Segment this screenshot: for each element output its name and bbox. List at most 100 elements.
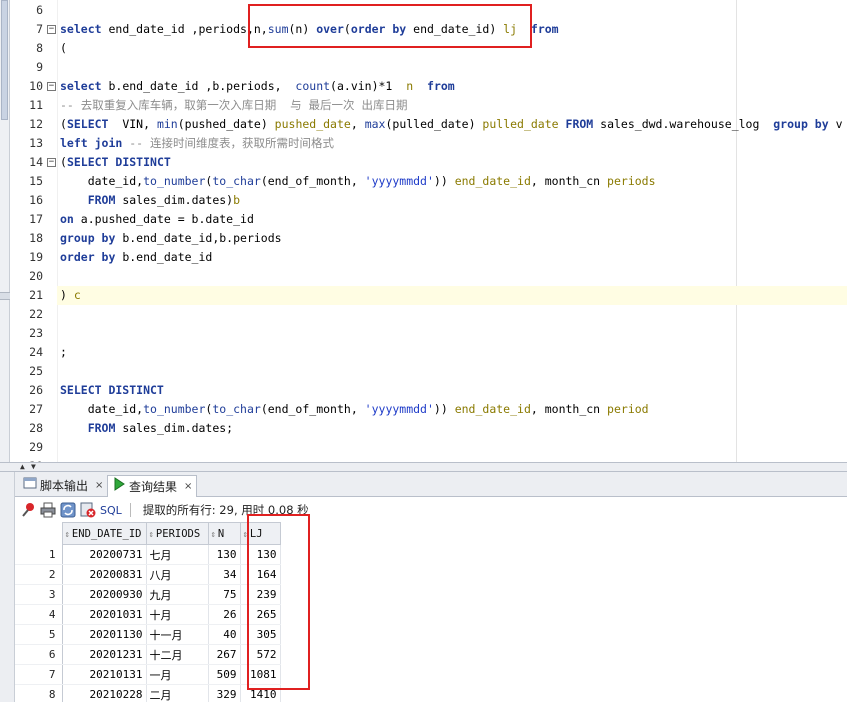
table-row[interactable]: 4 20201031 十月 26 265 bbox=[15, 604, 281, 625]
table-row[interactable]: 1 20200731 七月 130 130 bbox=[15, 544, 281, 565]
fold-toggle-icon[interactable]: − bbox=[47, 25, 56, 34]
sql-editor[interactable]: 6 7− select end_date_id ,periods,n,sum(n) … bbox=[0, 0, 847, 462]
code-text: SELECT DISTINCT bbox=[60, 383, 164, 397]
column-header-n[interactable]: ⇕ N bbox=[207, 522, 241, 545]
close-icon[interactable]: × bbox=[95, 476, 103, 496]
code-line[interactable]: 18 group by b.end_date_id,b.periods bbox=[0, 229, 847, 248]
code-line[interactable]: 22 bbox=[0, 305, 847, 324]
code-line[interactable]: 17 on a.pushed_date = b.date_id bbox=[0, 210, 847, 229]
cell-end-date-id[interactable]: 20200731 bbox=[62, 544, 147, 565]
code-line[interactable]: 12 (SELECT VIN, min(pushed_date) pushed_d… bbox=[0, 115, 847, 134]
column-header-periods[interactable]: ⇕ PERIODS bbox=[145, 522, 209, 545]
table-row[interactable]: 2 20200831 八月 34 164 bbox=[15, 564, 281, 585]
cell-periods[interactable]: 九月 bbox=[146, 584, 209, 605]
fold-toggle-icon[interactable]: − bbox=[47, 158, 56, 167]
row-number[interactable]: 5 bbox=[15, 624, 63, 645]
results-tab-bar: 脚本输出 × 查询结果 × bbox=[15, 472, 847, 497]
line-number: 24 bbox=[29, 345, 43, 359]
code-line[interactable]: 24; bbox=[0, 343, 847, 362]
row-number[interactable]: 4 bbox=[15, 604, 63, 625]
code-line[interactable]: 29 bbox=[0, 438, 847, 457]
code-line[interactable]: 10− select b.end_date_id ,b.periods, coun… bbox=[0, 77, 847, 96]
cell-periods[interactable]: 二月 bbox=[146, 684, 209, 702]
table-row[interactable]: 5 20201130 十一月 40 305 bbox=[15, 624, 281, 645]
line-number: 29 bbox=[29, 440, 43, 454]
code-line[interactable]: 14− (SELECT DISTINCT bbox=[0, 153, 847, 172]
results-table: ⇕ END_DATE_ID ⇕ PERIODS ⇕ N ⇕ LJ 1 20200731 七月… bbox=[15, 522, 281, 702]
row-number-header bbox=[15, 522, 63, 545]
collapse-up-icon[interactable]: ▲ bbox=[20, 463, 25, 471]
row-number[interactable]: 8 bbox=[15, 684, 63, 702]
row-number[interactable]: 2 bbox=[15, 564, 63, 585]
cell-end-date-id[interactable]: 20200831 bbox=[62, 564, 147, 585]
cell-n[interactable]: 509 bbox=[208, 664, 241, 685]
cell-n[interactable]: 329 bbox=[208, 684, 241, 702]
table-row[interactable]: 7 20210131 一月 509 1081 bbox=[15, 664, 281, 685]
code-line[interactable]: 19 order by b.end_date_id bbox=[0, 248, 847, 267]
cell-n[interactable]: 130 bbox=[208, 544, 241, 565]
results-left-strip bbox=[0, 472, 15, 702]
code-line[interactable]: 13 left join -- 连接时间维度表，获取所需时间格式 bbox=[0, 134, 847, 153]
cell-end-date-id[interactable]: 20201231 bbox=[62, 644, 147, 665]
code-line[interactable]: 27 date_id,to_number(to_char(end_of_mont… bbox=[0, 400, 847, 419]
table-row[interactable]: 3 20200930 九月 75 239 bbox=[15, 584, 281, 605]
refresh-icon[interactable] bbox=[60, 502, 76, 518]
code-text: (SELECT DISTINCT bbox=[60, 155, 171, 169]
close-icon[interactable]: × bbox=[184, 477, 192, 497]
code-line[interactable]: 11 -- 去取重复入库车辆，取第一次入库日期 与 最后一次 出库日期 bbox=[0, 96, 847, 115]
code-line[interactable]: 16 FROM sales_dim.dates)b bbox=[0, 191, 847, 210]
tab-query-result[interactable]: 查询结果 × bbox=[107, 475, 198, 497]
column-header-end-date-id[interactable]: ⇕ END_DATE_ID bbox=[61, 522, 147, 545]
line-number: 9 bbox=[36, 60, 43, 74]
code-line[interactable]: 21) c bbox=[0, 286, 847, 305]
cell-periods[interactable]: 一月 bbox=[146, 664, 209, 685]
print-icon[interactable] bbox=[40, 502, 56, 518]
code-line[interactable]: 23 bbox=[0, 324, 847, 343]
line-number: 6 bbox=[36, 3, 43, 17]
cancel-query-icon[interactable] bbox=[80, 502, 96, 518]
code-line[interactable]: 9 bbox=[0, 58, 847, 77]
code-line[interactable]: 20 bbox=[0, 267, 847, 286]
code-line[interactable]: 25 bbox=[0, 362, 847, 381]
tab-label: 脚本输出 bbox=[40, 479, 89, 493]
code-line[interactable]: 26 SELECT DISTINCT bbox=[0, 381, 847, 400]
cell-n[interactable]: 267 bbox=[208, 644, 241, 665]
collapse-down-icon[interactable]: ▼ bbox=[31, 463, 36, 471]
cell-end-date-id[interactable]: 20210228 bbox=[62, 684, 147, 702]
pin-icon[interactable] bbox=[20, 502, 36, 518]
code-text: order by b.end_date_id bbox=[60, 250, 213, 264]
code-line[interactable]: 28 FROM sales_dim.dates; bbox=[0, 419, 847, 438]
sql-button[interactable]: SQL bbox=[100, 504, 122, 517]
line-number: 18 bbox=[29, 231, 43, 245]
cell-n[interactable]: 40 bbox=[208, 624, 241, 645]
cell-periods[interactable]: 七月 bbox=[146, 544, 209, 565]
row-number[interactable]: 7 bbox=[15, 664, 63, 685]
cell-end-date-id[interactable]: 20201130 bbox=[62, 624, 147, 645]
table-row[interactable]: 8 20210228 二月 329 1410 bbox=[15, 684, 281, 702]
cell-end-date-id[interactable]: 20210131 bbox=[62, 664, 147, 685]
sort-icon: ⇕ bbox=[148, 529, 154, 540]
panel-splitter[interactable]: ▲ ▼ bbox=[0, 462, 847, 472]
cell-periods[interactable]: 十月 bbox=[146, 604, 209, 625]
results-grid[interactable]: ⇕ END_DATE_ID ⇕ PERIODS ⇕ N ⇕ LJ 1 20200731 七月… bbox=[15, 522, 847, 702]
code-line[interactable]: 15 date_id,to_number(to_char(end_of_mont… bbox=[0, 172, 847, 191]
cell-periods[interactable]: 八月 bbox=[146, 564, 209, 585]
row-number[interactable]: 1 bbox=[15, 544, 63, 565]
cell-n[interactable]: 34 bbox=[208, 564, 241, 585]
row-number[interactable]: 3 bbox=[15, 584, 63, 605]
table-row[interactable]: 6 20201231 十二月 267 572 bbox=[15, 644, 281, 665]
line-number: 12 bbox=[29, 117, 43, 131]
cell-n[interactable]: 26 bbox=[208, 604, 241, 625]
tab-script-output[interactable]: 脚本输出 × bbox=[19, 475, 107, 497]
fold-toggle-icon[interactable]: − bbox=[47, 82, 56, 91]
cell-end-date-id[interactable]: 20201031 bbox=[62, 604, 147, 625]
cell-n[interactable]: 75 bbox=[208, 584, 241, 605]
cell-end-date-id[interactable]: 20200930 bbox=[62, 584, 147, 605]
line-number: 10 bbox=[29, 79, 43, 93]
cell-periods[interactable]: 十一月 bbox=[146, 624, 209, 645]
code-text: FROM sales_dim.dates)b bbox=[87, 193, 241, 207]
code-text: group by b.end_date_id,b.periods bbox=[60, 231, 282, 245]
row-number[interactable]: 6 bbox=[15, 644, 63, 665]
cell-periods[interactable]: 十二月 bbox=[146, 644, 209, 665]
code-text: ( bbox=[60, 41, 67, 55]
